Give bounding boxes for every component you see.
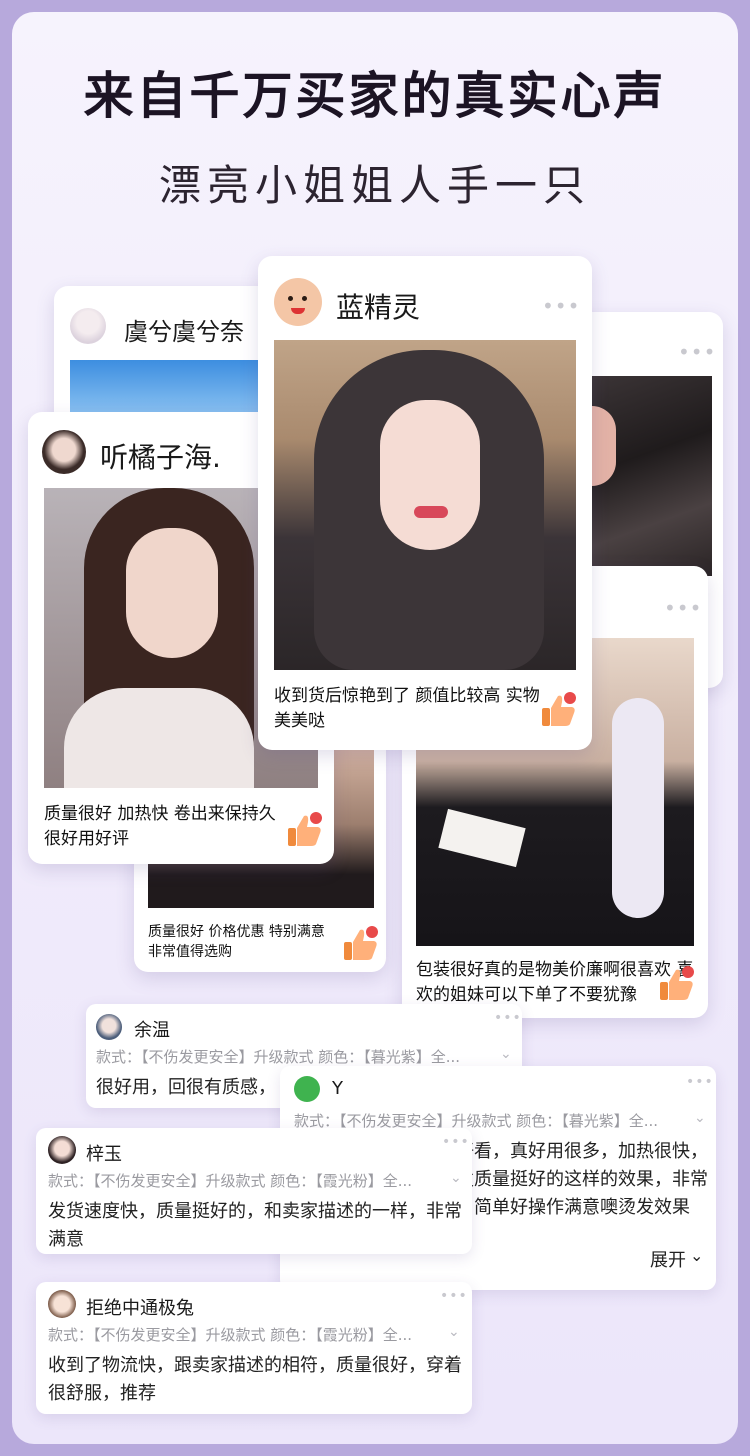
review-username: 余温 [134,1020,170,1041]
user-avatar [48,1136,76,1164]
review-text: 收到了物流快，跟卖家描述的相符，质量很好，穿着很舒服，推荐 [48,1355,462,1404]
review-spec: 款式：【不伤发更安全】升级款式 颜色：【暮光紫】全... [96,1048,461,1066]
card-username: 虞兮虞兮奈 [124,318,244,346]
more-options-icon[interactable]: ••• [542,294,580,318]
review-username: 拒绝中通极兔 [86,1298,194,1319]
review-photo [274,340,576,670]
thumbs-up-icon [338,922,382,966]
user-avatar [42,430,86,474]
review-spec: 款式：【不伤发更安全】升级款式 颜色：【霞光粉】全... [48,1326,413,1344]
card-caption: 收到货后惊艳到了 颜值比较高 实物美美哒 [274,686,540,731]
card-username: 蓝精灵 [336,291,421,324]
card-caption: 质量很好 加热快 卷出来保持久 很好用好评 [44,804,276,849]
chevron-down-icon[interactable]: ⌄ [450,1170,462,1186]
more-options-icon[interactable]: ••• [686,1074,714,1090]
more-options-icon[interactable]: ••• [678,340,716,364]
page-title: 来自千万买家的真实心声 [83,67,667,125]
more-options-icon[interactable]: ••• [440,1288,468,1304]
review-card-lanjingling[interactable]: 蓝精灵 ••• 收到货后惊艳到了 颜值比较高 实物美美哒 [258,256,592,750]
chevron-down-icon[interactable]: ⌄ [694,1110,706,1126]
thumbs-up-icon [654,962,698,1006]
expand-button[interactable]: 展开 ⌄ [640,1244,716,1274]
expand-label: 展开 [650,1250,686,1271]
review-photo [592,376,712,576]
chevron-down-icon: ⌄ [690,1246,704,1265]
user-avatar [96,1014,122,1040]
more-options-icon[interactable]: ••• [494,1010,522,1026]
text-review-ziyu[interactable]: 梓玉 ••• 款式：【不伤发更安全】升级款式 颜色：【霞光粉】全... ⌄ 发货… [36,1128,472,1254]
chevron-down-icon[interactable]: ⌄ [500,1046,512,1062]
review-username: Y [332,1078,343,1099]
page-subtitle: 漂亮小姐姐人手一只 [158,161,591,210]
smurf-avatar-icon [274,278,322,326]
review-username: 梓玉 [86,1144,122,1165]
review-text: 发货速度快，质量挺好的，和卖家描述的一样，非常满意 [48,1201,462,1250]
apple-avatar-icon [294,1076,320,1102]
user-avatar [70,308,106,344]
thumbs-up-icon [536,688,580,732]
user-avatar [48,1290,76,1318]
card-caption: 质量很好 价格优惠 特别满意 非常值得选购 [148,924,325,961]
chevron-down-icon[interactable]: ⌄ [448,1324,460,1340]
thumbs-up-icon [282,808,326,852]
more-options-icon[interactable]: ••• [442,1134,470,1150]
card-username: 听橘子海. [100,441,221,474]
review-spec: 款式：【不伤发更安全】升级款式 颜色：【霞光粉】全... [48,1172,413,1190]
more-options-icon[interactable]: ••• [664,596,702,620]
text-review-jujue[interactable]: 拒绝中通极兔 ••• 款式：【不伤发更安全】升级款式 颜色：【霞光粉】全... … [36,1282,472,1414]
